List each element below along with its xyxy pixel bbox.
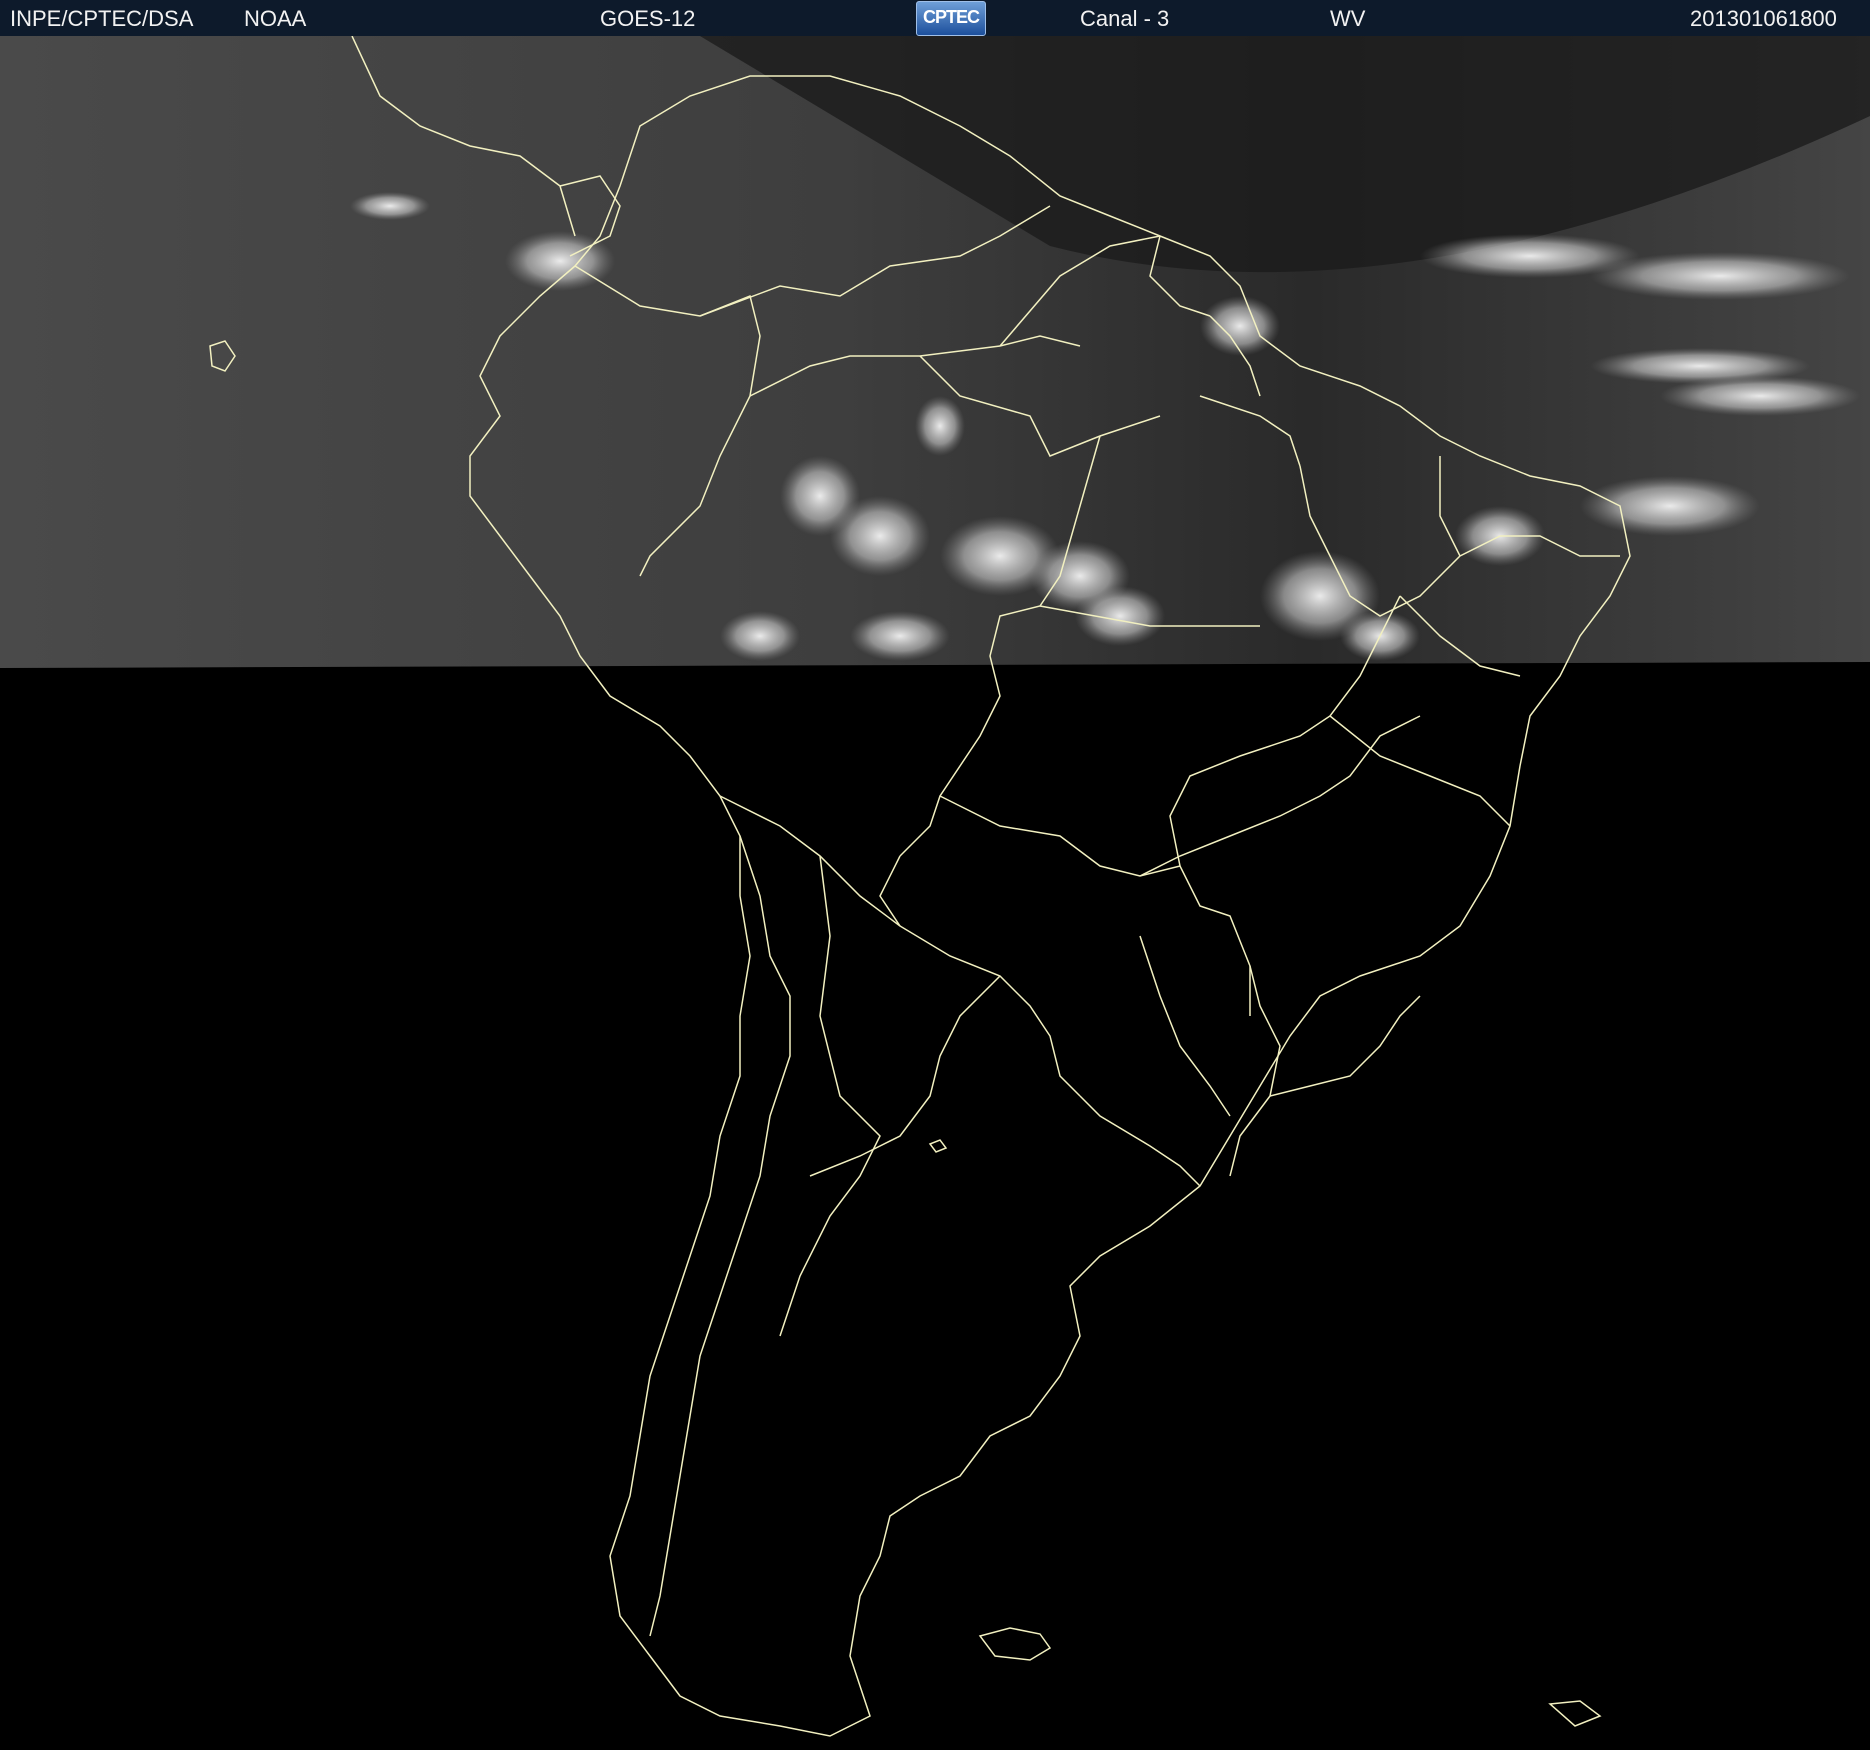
agency-label: NOAA (244, 6, 307, 31)
timestamp-label: 201301061800 (1690, 6, 1837, 31)
satellite-map (0, 36, 1870, 1750)
institution-label: INPE/CPTEC/DSA (10, 6, 194, 31)
cptec-logo: CPTEC (916, 1, 986, 36)
satellite-label: GOES-12 (600, 6, 696, 31)
channel-label: Canal - 3 (1080, 6, 1170, 31)
header-bar: INPE/CPTEC/DSA NOAA GOES-12 CPTEC Canal … (0, 0, 1870, 36)
band-label: WV (1330, 6, 1366, 31)
logo-text: CPTEC (922, 7, 980, 27)
